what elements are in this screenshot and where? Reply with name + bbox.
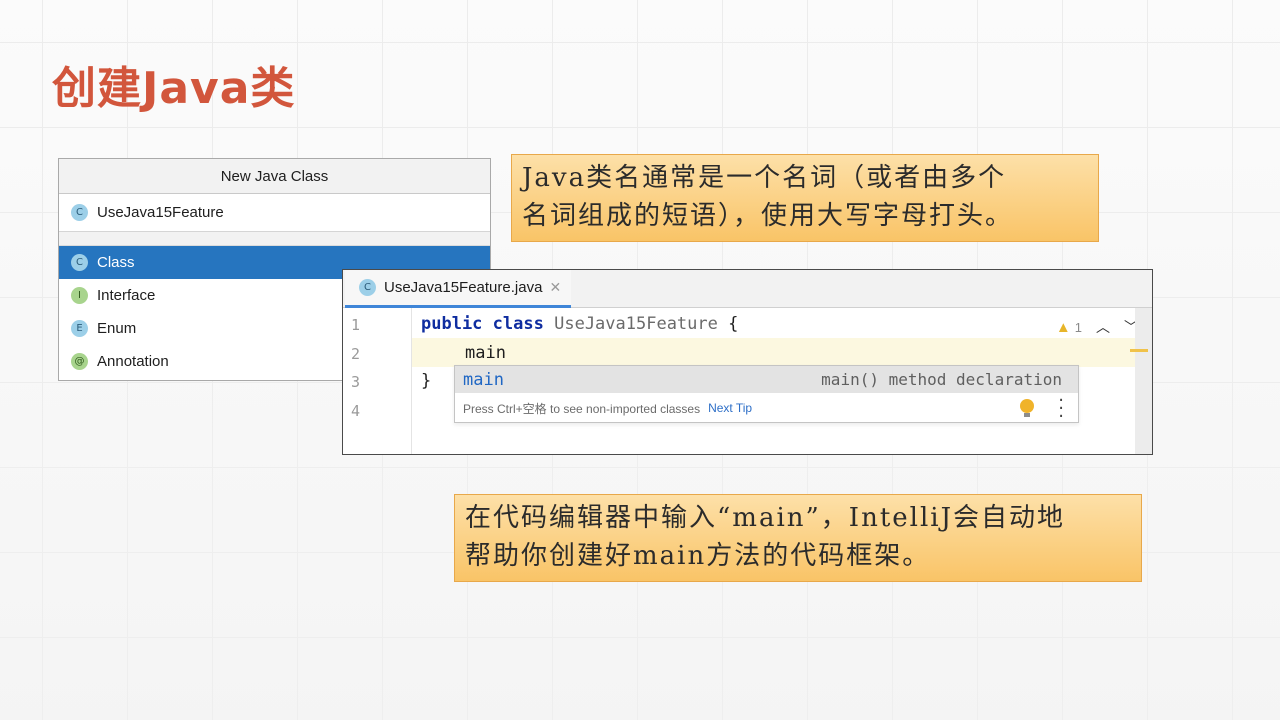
- class-name-input[interactable]: C UseJava15Feature: [59, 194, 490, 232]
- annotation-icon: @: [71, 353, 88, 370]
- inspection-widget[interactable]: ▲ 1 ︿ ﹀: [1056, 317, 1138, 337]
- completion-item[interactable]: main main() method declaration: [455, 366, 1078, 393]
- line-gutter: 1 2 3 4: [343, 308, 412, 454]
- callout-line: 帮助你创建好main方法的代码框架。: [465, 541, 931, 571]
- more-options-icon[interactable]: · · ·: [1058, 392, 1064, 426]
- completion-hint: Press Ctrl+空格 to see non-imported classe…: [463, 401, 701, 416]
- callout-line: 在代码编辑器中输入“main”，IntelliJ会自动地: [465, 503, 1066, 533]
- editor-tab-bar: C UseJava15Feature.java ✕: [343, 270, 1152, 308]
- slide-title: 创建Java类: [52, 63, 296, 114]
- callout-line: Java类名通常是一个名词（或者由多个: [522, 163, 1007, 193]
- callout-line: 名词组成的短语），使用大写字母打头。: [522, 201, 1014, 231]
- main-shortcut-callout: 在代码编辑器中输入“main”，IntelliJ会自动地 帮助你创建好main方…: [454, 494, 1142, 582]
- next-tip-link[interactable]: Next Tip: [708, 401, 752, 415]
- brace: {: [728, 314, 739, 334]
- dialog-separator: [59, 232, 490, 246]
- kind-label: Interface: [97, 287, 156, 304]
- completion-footer: Press Ctrl+空格 to see non-imported classe…: [455, 392, 1078, 426]
- code-completion-popup: main main() method declaration Press Ctr…: [454, 365, 1079, 426]
- current-line-highlight: [343, 338, 1135, 367]
- class-icon: C: [71, 254, 88, 271]
- editor-tab[interactable]: C UseJava15Feature.java ✕: [345, 270, 572, 308]
- line-number: 1: [351, 316, 361, 334]
- class-name: UseJava15Feature: [554, 314, 718, 334]
- code-line-2[interactable]: main: [465, 343, 506, 363]
- kind-label: Annotation: [97, 353, 169, 370]
- line-number: 4: [351, 402, 361, 420]
- keyword: public: [421, 314, 483, 334]
- warning-count: 1: [1074, 319, 1082, 335]
- class-file-icon: C: [359, 279, 376, 296]
- close-icon[interactable]: ✕: [549, 279, 561, 296]
- enum-icon: E: [71, 320, 88, 337]
- completion-item-type: main() method declaration: [821, 370, 1062, 389]
- class-icon: C: [71, 204, 88, 221]
- code-editor: C UseJava15Feature.java ✕ 1 2 3 4 public…: [342, 269, 1153, 455]
- interface-icon: I: [71, 287, 88, 304]
- editor-scrollbar[interactable]: [1135, 308, 1152, 454]
- lightbulb-icon[interactable]: [1020, 399, 1034, 417]
- code-line-1[interactable]: public class UseJava15Feature {: [421, 314, 738, 334]
- line-number: 3: [351, 373, 361, 391]
- kind-label: Class: [97, 254, 135, 271]
- line-number: 2: [351, 345, 361, 363]
- warning-icon: ▲: [1055, 318, 1071, 336]
- code-line-3[interactable]: }: [421, 371, 431, 391]
- naming-callout: Java类名通常是一个名词（或者由多个 名词组成的短语），使用大写字母打头。: [511, 154, 1099, 242]
- class-name-value: UseJava15Feature: [97, 204, 224, 221]
- scrollbar-warning-marker: [1130, 349, 1148, 352]
- dialog-title: New Java Class: [59, 159, 490, 194]
- tab-label: UseJava15Feature.java: [384, 279, 543, 296]
- chevron-up-icon[interactable]: ︿: [1096, 317, 1110, 337]
- completion-item-label: main: [463, 369, 504, 390]
- kind-label: Enum: [97, 320, 137, 337]
- keyword: class: [492, 314, 544, 334]
